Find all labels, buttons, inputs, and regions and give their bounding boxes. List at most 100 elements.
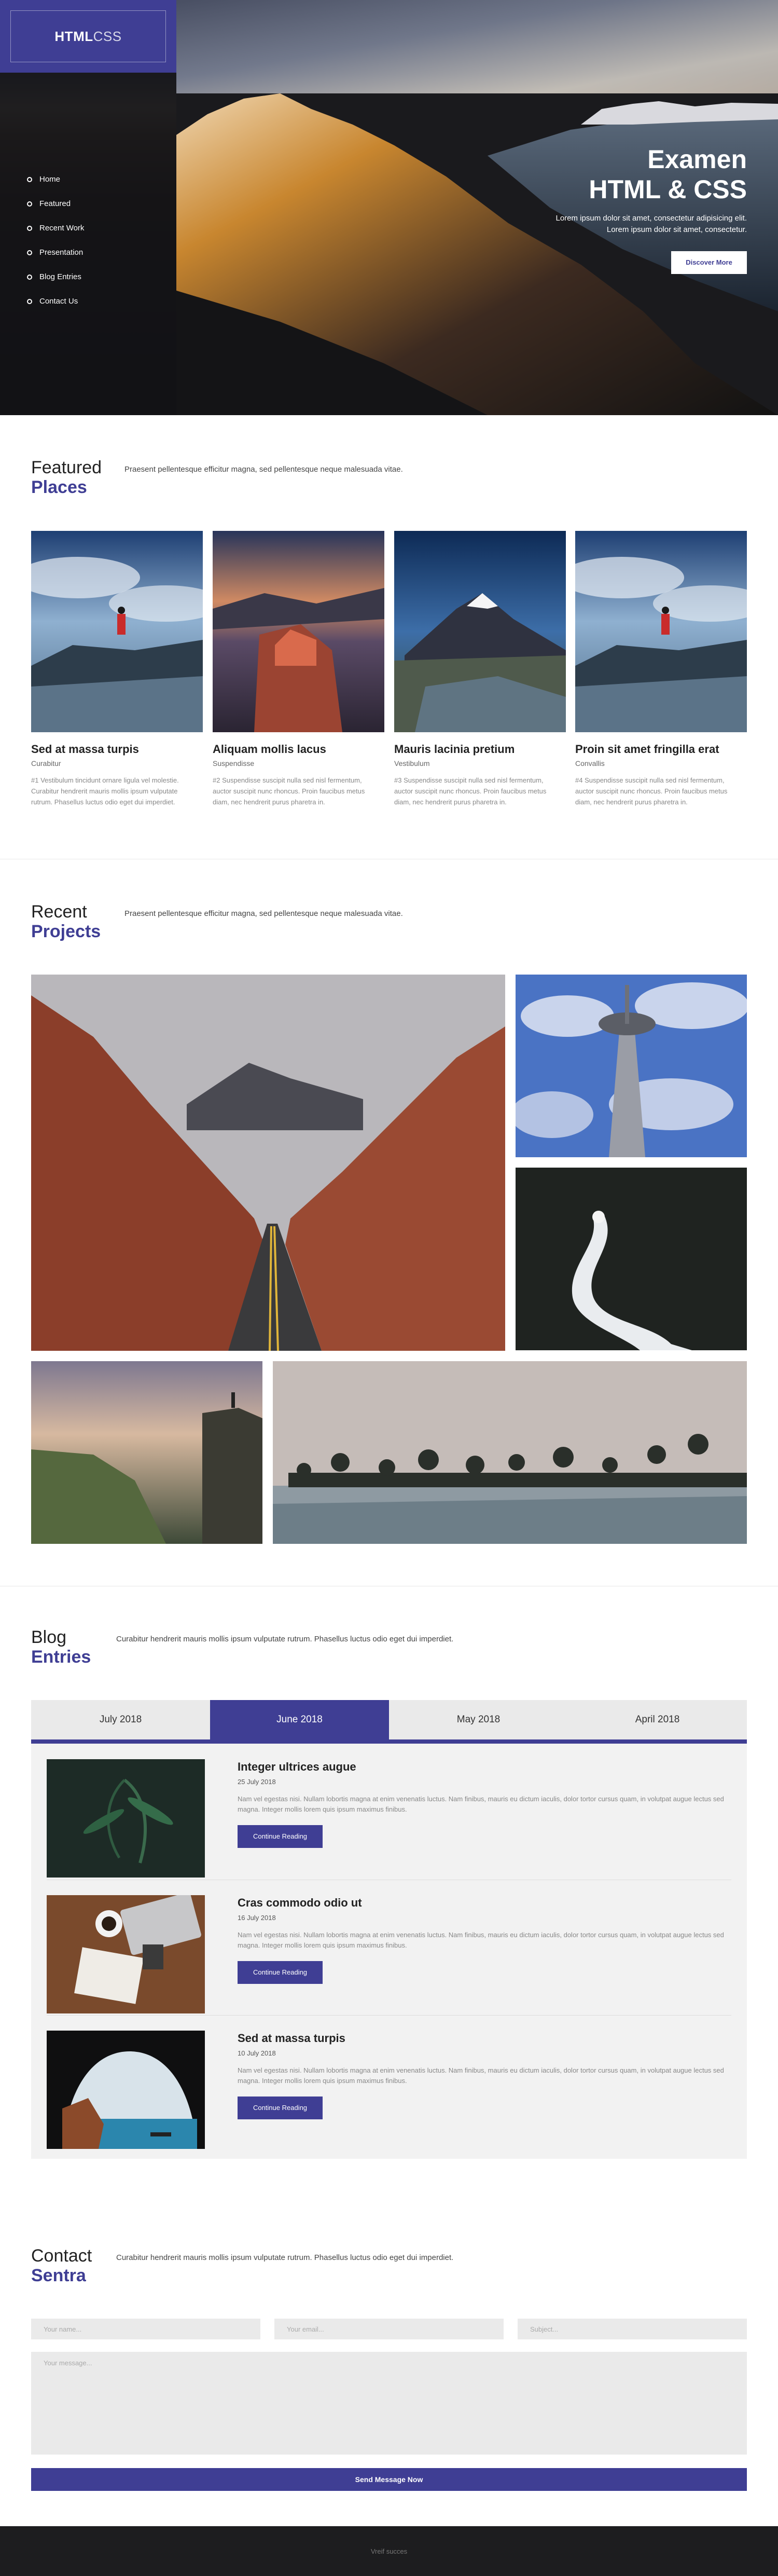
nav-label: Contact Us	[39, 297, 78, 306]
tab-may-2018[interactable]: May 2018	[389, 1700, 568, 1739]
contact-accent: Sentra	[31, 2266, 86, 2285]
hero-title: Examen HTML & CSS	[556, 144, 747, 204]
footer-text: Vreif succes	[370, 2547, 408, 2555]
logo[interactable]: HTML CSS	[10, 10, 166, 62]
featured-photo-1	[31, 531, 203, 732]
projects-accent: Projects	[31, 922, 101, 941]
blog-post-image[interactable]	[47, 2031, 205, 2149]
blog-photo-cave	[47, 2031, 205, 2149]
projects-title: Recent Projects	[31, 902, 114, 941]
logo-band: HTML CSS	[0, 0, 176, 73]
project-photo-road	[31, 975, 505, 1351]
send-message-button[interactable]: Send Message Now	[31, 2468, 747, 2491]
featured-card-text: #1 Vestibulum tincidunt ornare ligula ve…	[31, 776, 179, 806]
subject-field[interactable]	[518, 2319, 747, 2339]
featured-photo-4	[575, 531, 747, 732]
blog-post-text: Nam vel egestas nisi. Nullam lobortis ma…	[238, 2066, 724, 2085]
project-photo-snow	[516, 1168, 747, 1350]
contact-title: Contact Sentra	[31, 2246, 114, 2285]
circle-icon	[27, 201, 32, 207]
blog-post: Cras commodo odio ut 16 July 2018 Nam ve…	[47, 1890, 731, 2013]
featured-image	[394, 531, 566, 732]
contact-header: Contact Sentra Curabitur hendrerit mauris…	[31, 2246, 453, 2285]
project-road[interactable]	[31, 975, 505, 1351]
project-cliff[interactable]	[31, 1361, 262, 1544]
featured-card-subtitle: Curabitur	[31, 759, 61, 768]
hero-subtitle: Lorem ipsum dolor sit amet, consectetur …	[556, 213, 747, 236]
blog-header: Blog Entries Curabitur hendrerit mauris m…	[31, 1627, 453, 1667]
contact-description: Curabitur hendrerit mauris mollis ipsum …	[116, 2253, 454, 2262]
featured-description: Praesent pellentesque efficitur magna, s…	[124, 465, 403, 474]
post-divider	[47, 2015, 731, 2016]
blog-post-text: Nam vel egestas nisi. Nullam lobortis ma…	[238, 1795, 724, 1813]
blog-post-date: 10 July 2018	[238, 2049, 276, 2057]
projects-header: Recent Projects Praesent pellentesque eff…	[31, 902, 403, 941]
tab-june-2018[interactable]: June 2018	[210, 1700, 389, 1739]
continue-reading-button[interactable]: Continue Reading	[238, 2097, 323, 2119]
tab-july-2018[interactable]: July 2018	[31, 1700, 210, 1739]
featured-title-text: Featured	[31, 458, 102, 477]
blog-post-image[interactable]	[47, 1759, 205, 1878]
project-snow[interactable]	[516, 1168, 747, 1350]
featured-photo-3	[394, 531, 566, 732]
project-photo-cliff	[31, 1361, 262, 1544]
blog-post-title: Integer ultrices augue	[238, 1760, 356, 1773]
contact-title-text: Contact	[31, 2246, 92, 2266]
featured-image	[575, 531, 747, 732]
circle-icon	[27, 298, 32, 304]
featured-image	[213, 531, 384, 732]
featured-card[interactable]: Sed at massa turpis Curabitur #1 Vestibu…	[31, 531, 203, 807]
blog-post-image[interactable]	[47, 1895, 205, 2013]
blog-panel: Integer ultrices augue 25 July 2018 Nam …	[31, 1744, 747, 2159]
featured-card-subtitle: Vestibulum	[394, 759, 430, 768]
hero-text-line1: Lorem ipsum dolor sit amet, consectetur …	[555, 214, 747, 223]
name-field[interactable]	[31, 2319, 260, 2339]
blog-tabs: July 2018 June 2018 May 2018 April 2018	[31, 1700, 747, 1744]
circle-icon	[27, 225, 32, 231]
footer: Vreif succes	[0, 2526, 778, 2576]
nav-contact-us[interactable]: Contact Us	[27, 289, 84, 313]
featured-card[interactable]: Proin sit amet fringilla erat Convallis …	[575, 531, 747, 807]
blog-post: Integer ultrices augue 25 July 2018 Nam …	[47, 1754, 731, 1878]
blog-accent: Entries	[31, 1647, 91, 1667]
blog-title: Blog Entries	[31, 1627, 114, 1667]
logo-light: CSS	[93, 28, 122, 44]
nav-featured[interactable]: Featured	[27, 191, 84, 216]
message-field[interactable]	[31, 2352, 747, 2455]
blog-post: Sed at massa turpis 10 July 2018 Nam vel…	[47, 2025, 731, 2149]
projects-title-text: Recent	[31, 902, 87, 922]
continue-reading-button[interactable]: Continue Reading	[238, 1825, 323, 1848]
project-tower[interactable]	[516, 975, 747, 1157]
email-field[interactable]	[274, 2319, 504, 2339]
featured-card-title: Proin sit amet fringilla erat	[575, 743, 719, 756]
featured-card-text: #2 Suspendisse suscipit nulla sed nisl f…	[213, 776, 365, 806]
blog-post-text: Nam vel egestas nisi. Nullam lobortis ma…	[238, 1931, 724, 1949]
tab-april-2018[interactable]: April 2018	[568, 1700, 747, 1739]
featured-accent: Places	[31, 477, 87, 497]
featured-card[interactable]: Mauris lacinia pretium Vestibulum #3 Sus…	[394, 531, 566, 807]
nav-label: Home	[39, 175, 61, 184]
hero-text: Examen HTML & CSS Lorem ipsum dolor sit a…	[556, 144, 747, 274]
project-palms[interactable]	[273, 1361, 747, 1544]
blog-post-date: 25 July 2018	[238, 1778, 276, 1786]
nav-presentation[interactable]: Presentation	[27, 240, 84, 265]
blog-photo-desk	[47, 1895, 205, 2013]
featured-card-text: #3 Suspendisse suscipit nulla sed nisl f…	[394, 776, 547, 806]
continue-reading-button[interactable]: Continue Reading	[238, 1961, 323, 1984]
blog-post-body: Cras commodo odio ut 16 July 2018 Nam ve…	[238, 1896, 735, 1984]
nav-home[interactable]: Home	[27, 167, 84, 191]
projects-description: Praesent pellentesque efficitur magna, s…	[124, 909, 403, 918]
featured-photo-2	[213, 531, 384, 732]
featured-title: Featured Places	[31, 458, 114, 497]
featured-card-title: Mauris lacinia pretium	[394, 743, 515, 756]
nav-recent-work[interactable]: Recent Work	[27, 216, 84, 240]
featured-card[interactable]: Aliquam mollis lacus Suspendisse #2 Susp…	[213, 531, 384, 807]
project-photo-palms	[273, 1361, 747, 1544]
hero-title-line2: HTML & CSS	[589, 175, 747, 204]
nav-blog-entries[interactable]: Blog Entries	[27, 265, 84, 289]
discover-more-button[interactable]: Discover More	[671, 251, 747, 274]
main-nav: Home Featured Recent Work Presentation B…	[27, 167, 84, 313]
blog-post-body: Sed at massa turpis 10 July 2018 Nam vel…	[238, 2032, 735, 2119]
circle-icon	[27, 176, 32, 182]
hero-text-line2: Lorem ipsum dolor sit amet, consectetur.	[606, 225, 747, 234]
